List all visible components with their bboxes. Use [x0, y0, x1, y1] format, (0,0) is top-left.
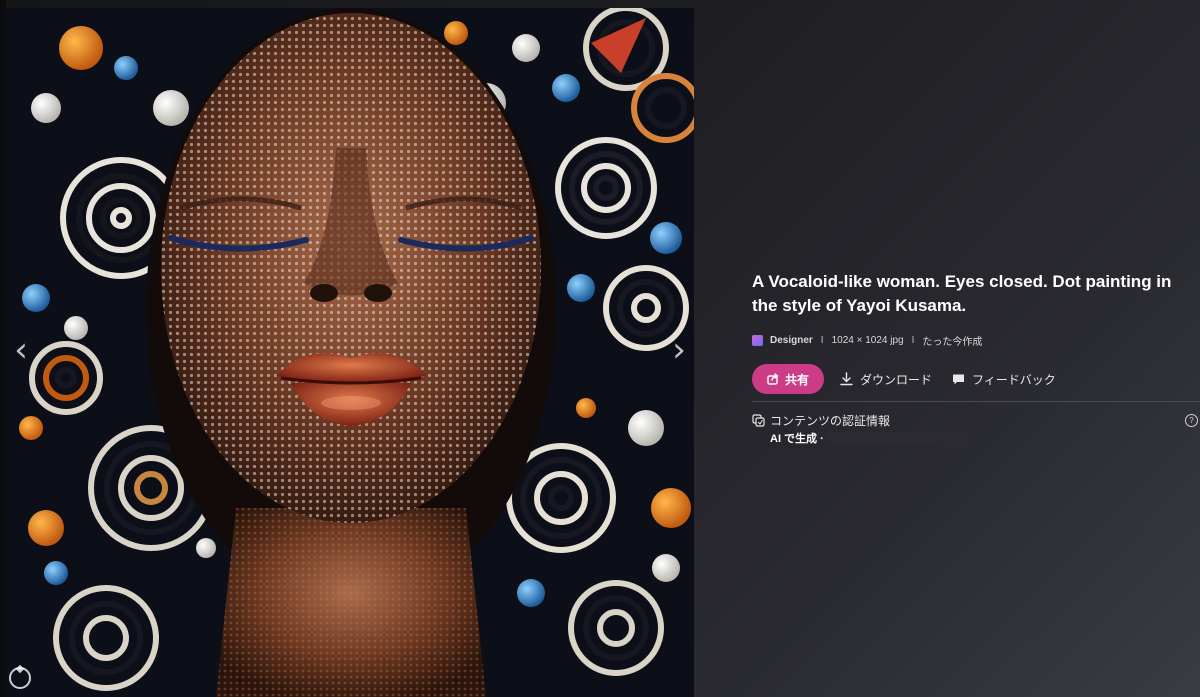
credentials-heading: コンテンツの認証情報: [770, 413, 891, 428]
image-title: A Vocaloid-like woman. Eyes closed. Dot …: [752, 272, 1172, 315]
image-meta: Designer I 1024 × 1024 jpg I たった今作成: [752, 332, 1192, 348]
generated-image[interactable]: [6, 8, 694, 697]
previous-image-arrow-icon[interactable]: ‹: [8, 330, 34, 370]
help-icon[interactable]: ?: [1185, 414, 1198, 427]
created-time-label: たった今作成: [922, 336, 983, 348]
credentials-generated-row: AI で生成 ·: [770, 430, 1200, 446]
generated-by-ai-label: AI で生成 ·: [770, 433, 824, 445]
share-label: 共有: [784, 372, 809, 387]
download-icon: [840, 372, 853, 386]
refresh-icon[interactable]: [9, 667, 31, 689]
share-button[interactable]: 共有: [752, 364, 824, 394]
action-bar: 共有 ダウンロード フィードバック: [752, 364, 1192, 394]
feedback-label: フィードバック: [972, 372, 1056, 387]
credentials-heading-row: コンテンツの認証情報: [752, 412, 1200, 428]
image-details-panel: A Vocaloid-like woman. Eyes closed. Dot …: [752, 270, 1192, 394]
meta-separator: I: [911, 334, 915, 346]
creator-label: Designer: [770, 334, 813, 346]
content-credentials-icon: [752, 413, 765, 427]
designer-icon: [752, 334, 763, 346]
download-label: ダウンロード: [860, 372, 933, 387]
feedback-button[interactable]: フィードバック: [952, 371, 1056, 388]
download-button[interactable]: ダウンロード: [840, 371, 932, 388]
redacted-bar: [827, 433, 968, 443]
meta-separator: I: [820, 334, 824, 346]
feedback-icon: [953, 374, 965, 384]
image-size-label: 1024 × 1024 jpg: [831, 334, 904, 346]
divider: [752, 401, 1200, 402]
content-credentials: コンテンツの認証情報 ? AI で生成 ·: [752, 412, 1200, 446]
next-image-arrow-icon[interactable]: ›: [666, 330, 692, 370]
share-icon: [767, 373, 779, 385]
